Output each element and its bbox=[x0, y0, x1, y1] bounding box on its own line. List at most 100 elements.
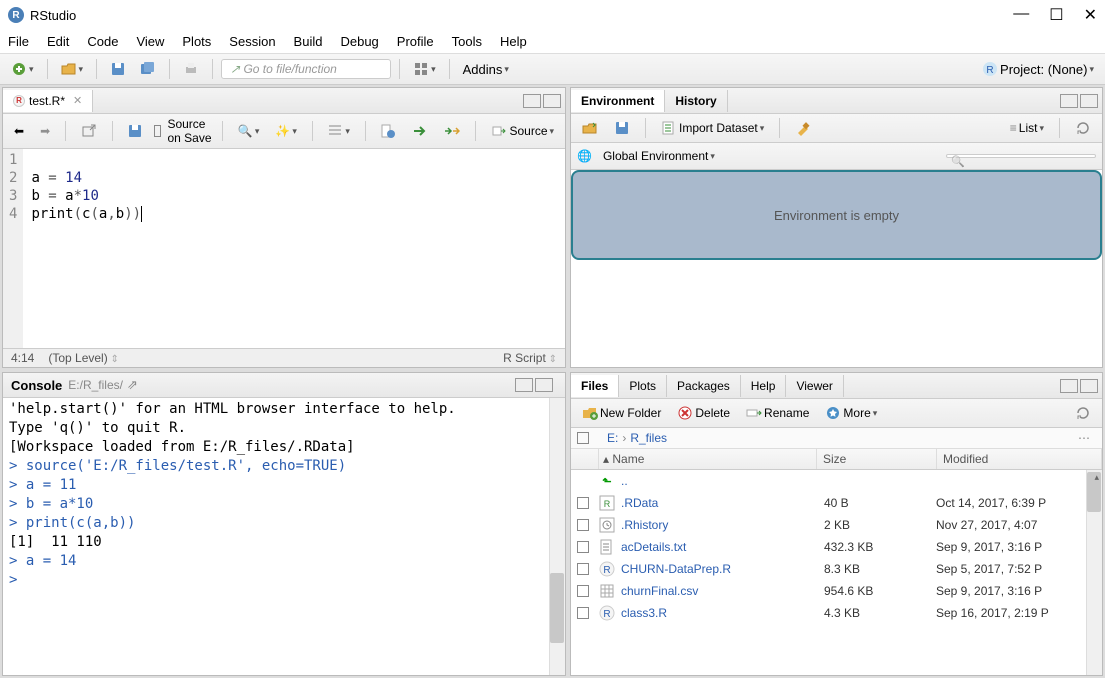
breadcrumb-more[interactable]: ⋯ bbox=[1074, 431, 1096, 445]
file-checkbox[interactable] bbox=[577, 563, 589, 575]
col-modified-header[interactable]: Modified bbox=[943, 452, 988, 466]
file-name[interactable]: CHURN-DataPrep.R bbox=[621, 562, 824, 576]
tab-packages[interactable]: Packages bbox=[667, 375, 741, 397]
file-name[interactable]: acDetails.txt bbox=[621, 540, 824, 554]
forward-button[interactable]: ➡ bbox=[35, 121, 55, 141]
file-name[interactable]: .Rhistory bbox=[621, 518, 824, 532]
menu-tools[interactable]: Tools bbox=[452, 34, 482, 49]
file-row[interactable]: .Rhistory2 KBNov 27, 2017, 4:07 bbox=[571, 514, 1102, 536]
pane-maximize-button[interactable] bbox=[1080, 94, 1098, 108]
breadcrumb-item[interactable]: E: bbox=[607, 431, 618, 445]
editor-tab[interactable]: R test.R* ✕ bbox=[3, 90, 93, 112]
more-button[interactable]: More ▾ bbox=[820, 402, 882, 424]
menu-plots[interactable]: Plots bbox=[182, 34, 211, 49]
menu-session[interactable]: Session bbox=[229, 34, 275, 49]
file-name[interactable]: .RData bbox=[621, 496, 824, 510]
project-menu[interactable]: R Project: (None) ▾ bbox=[977, 58, 1099, 80]
tab-viewer[interactable]: Viewer bbox=[786, 375, 843, 397]
rename-button[interactable]: Rename bbox=[741, 402, 814, 424]
console-popout-icon[interactable]: ⇗ bbox=[127, 377, 138, 393]
save-button[interactable] bbox=[105, 58, 131, 80]
menu-help[interactable]: Help bbox=[500, 34, 527, 49]
file-checkbox[interactable] bbox=[577, 607, 589, 619]
menu-debug[interactable]: Debug bbox=[340, 34, 378, 49]
file-checkbox[interactable] bbox=[577, 541, 589, 553]
run-button[interactable] bbox=[407, 120, 433, 142]
pane-maximize-button[interactable] bbox=[1080, 379, 1098, 393]
source-on-save-checkbox[interactable] bbox=[154, 125, 161, 137]
pane-maximize-button[interactable] bbox=[535, 378, 553, 392]
grid-button[interactable]: ▾ bbox=[408, 58, 441, 80]
clear-workspace-button[interactable] bbox=[790, 117, 816, 139]
open-file-button[interactable]: ▾ bbox=[56, 58, 89, 80]
file-name[interactable]: .. bbox=[621, 474, 824, 488]
save-workspace-button[interactable] bbox=[609, 117, 635, 139]
filetype-selector[interactable]: R Script bbox=[503, 351, 557, 365]
file-name[interactable]: churnFinal.csv bbox=[621, 584, 824, 598]
console-output[interactable]: 'help.start()' for an HTML browser inter… bbox=[3, 398, 565, 675]
file-modified: Sep 9, 2017, 3:16 P bbox=[936, 584, 1096, 598]
file-row[interactable]: ⬑.. bbox=[571, 470, 1102, 492]
goto-file-input[interactable]: ↗ Go to file/function bbox=[221, 59, 391, 79]
tab-help[interactable]: Help bbox=[741, 375, 787, 397]
col-name-header[interactable]: Name bbox=[612, 452, 644, 466]
menu-edit[interactable]: Edit bbox=[47, 34, 69, 49]
file-checkbox[interactable] bbox=[577, 497, 589, 509]
window-close-button[interactable]: ✕ bbox=[1084, 5, 1097, 25]
import-dataset-button[interactable]: Import Dataset ▾ bbox=[656, 117, 769, 139]
tab-history[interactable]: History bbox=[665, 90, 727, 112]
pane-maximize-button[interactable] bbox=[543, 94, 561, 108]
wand-button[interactable]: ✨▾ bbox=[270, 121, 301, 141]
menu-profile[interactable]: Profile bbox=[397, 34, 434, 49]
refresh-env-button[interactable] bbox=[1070, 117, 1096, 139]
code-editor[interactable]: 1234 a = 14b = a*10print(c(a,b)) bbox=[3, 149, 565, 348]
compile-button[interactable] bbox=[375, 120, 401, 142]
new-folder-button[interactable]: New Folder bbox=[577, 402, 666, 424]
file-checkbox[interactable] bbox=[577, 519, 589, 531]
outline-button[interactable]: ▾ bbox=[322, 120, 355, 142]
file-checkbox[interactable] bbox=[577, 585, 589, 597]
col-size-header[interactable]: Size bbox=[823, 452, 846, 466]
back-button[interactable]: ⬅ bbox=[9, 121, 29, 141]
select-all-checkbox[interactable] bbox=[577, 432, 589, 444]
view-mode-button[interactable]: ≡ List ▾ bbox=[1005, 118, 1049, 138]
pane-minimize-button[interactable] bbox=[515, 378, 533, 392]
pane-minimize-button[interactable] bbox=[1060, 379, 1078, 393]
delete-button[interactable]: Delete bbox=[672, 402, 735, 424]
tab-environment[interactable]: Environment bbox=[571, 90, 665, 112]
refresh-files-button[interactable] bbox=[1070, 402, 1096, 424]
print-button[interactable] bbox=[178, 58, 204, 80]
tab-plots[interactable]: Plots bbox=[619, 375, 667, 397]
scope-selector[interactable]: Global Environment ▾ bbox=[598, 146, 720, 166]
window-minimize-button[interactable]: — bbox=[1013, 5, 1029, 25]
menu-view[interactable]: View bbox=[136, 34, 164, 49]
source-button[interactable]: Source ▾ bbox=[486, 120, 559, 142]
file-row[interactable]: Rclass3.R4.3 KBSep 16, 2017, 2:19 P bbox=[571, 602, 1102, 624]
pane-minimize-button[interactable] bbox=[523, 94, 541, 108]
env-search-input[interactable] bbox=[946, 154, 1096, 158]
breadcrumb-item[interactable]: R_files bbox=[630, 431, 667, 445]
menu-code[interactable]: Code bbox=[87, 34, 118, 49]
file-row[interactable]: churnFinal.csv954.6 KBSep 9, 2017, 3:16 … bbox=[571, 580, 1102, 602]
scope-selector[interactable]: (Top Level) bbox=[48, 351, 119, 365]
rerun-button[interactable] bbox=[439, 120, 465, 142]
files-scrollbar[interactable]: ▴ bbox=[1086, 470, 1102, 675]
menu-file[interactable]: File bbox=[8, 34, 29, 49]
menu-build[interactable]: Build bbox=[294, 34, 323, 49]
load-workspace-button[interactable] bbox=[577, 117, 603, 139]
close-tab-icon[interactable]: ✕ bbox=[73, 94, 82, 107]
new-file-button[interactable]: ▾ bbox=[6, 58, 39, 80]
file-name[interactable]: class3.R bbox=[621, 606, 824, 620]
tab-files[interactable]: Files bbox=[571, 375, 619, 397]
save-file-button[interactable] bbox=[122, 120, 148, 142]
addins-button[interactable]: Addins ▾ bbox=[458, 59, 514, 80]
popout-button[interactable] bbox=[76, 120, 102, 142]
file-row[interactable]: acDetails.txt432.3 KBSep 9, 2017, 3:16 P bbox=[571, 536, 1102, 558]
pane-minimize-button[interactable] bbox=[1060, 94, 1078, 108]
console-scrollbar[interactable] bbox=[549, 398, 565, 675]
save-all-button[interactable] bbox=[135, 58, 161, 80]
find-button[interactable]: 🔍▾ bbox=[233, 121, 264, 141]
window-maximize-button[interactable]: ☐ bbox=[1049, 5, 1063, 25]
file-row[interactable]: RCHURN-DataPrep.R8.3 KBSep 5, 2017, 7:52… bbox=[571, 558, 1102, 580]
file-row[interactable]: R.RData40 BOct 14, 2017, 6:39 P bbox=[571, 492, 1102, 514]
